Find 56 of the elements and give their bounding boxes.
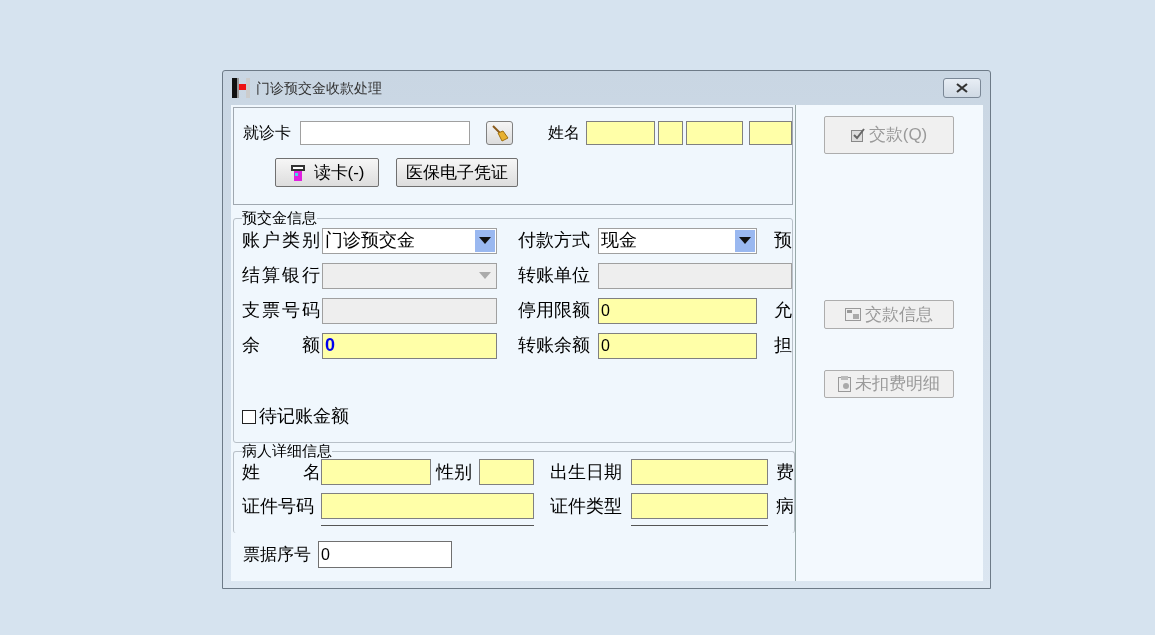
checkbox-label: 待记账金额 (259, 405, 349, 428)
dropdown-field[interactable]: 门诊预交金 (322, 227, 497, 254)
field-label: 性别 (436, 460, 473, 484)
close-button[interactable] (943, 78, 981, 98)
field-label: 支票号码 (242, 299, 321, 322)
input-field[interactable]: 0 (322, 332, 497, 359)
field-label: 费 (776, 460, 794, 484)
field-label: 姓 名 (242, 460, 321, 484)
card-reader-icon (289, 163, 306, 182)
input-field[interactable]: 0 (598, 332, 757, 359)
field-label: 担 (774, 334, 792, 357)
card-label: 就诊卡 (243, 123, 292, 143)
name-field[interactable] (749, 121, 792, 145)
name-field[interactable] (657, 121, 683, 145)
clipboard-icon (838, 376, 851, 392)
input-field[interactable]: 0 (318, 541, 452, 568)
field-label: 出生日期 (550, 460, 623, 484)
calculator-icon (845, 308, 861, 321)
input-field[interactable] (631, 459, 768, 485)
field-label: 停用限额 (518, 299, 591, 322)
input-field[interactable] (321, 459, 431, 485)
checkbox-icon (850, 128, 865, 142)
dropdown-arrow-icon (739, 237, 751, 244)
read-card-button[interactable]: 读卡(-) (275, 158, 379, 187)
clear-button[interactable] (485, 121, 514, 145)
close-icon (956, 83, 968, 93)
name-field[interactable] (685, 121, 744, 145)
broom-icon (490, 124, 509, 142)
window-title: 门诊预交金收款处理 (256, 78, 382, 98)
field-label: 允 (774, 299, 792, 322)
dropdown-field[interactable]: 现金 (598, 227, 757, 254)
field-label: 转账余额 (518, 334, 591, 357)
voucher-button[interactable]: 医保电子凭证 (396, 158, 518, 187)
field-label: 病 (776, 494, 794, 518)
field-label: 账户类别 (242, 229, 321, 252)
card-field[interactable] (299, 121, 470, 145)
checkbox[interactable] (242, 409, 256, 424)
name-label: 姓名 (548, 123, 582, 143)
field-label: 付款方式 (518, 229, 591, 252)
input-field[interactable] (631, 493, 768, 519)
dropdown-arrow-icon (479, 272, 491, 279)
field-label: 证件号码 (242, 494, 315, 518)
app-icon (232, 78, 250, 98)
field-label: 预 (774, 229, 792, 252)
field-label: 证件类型 (550, 494, 623, 518)
input-field[interactable]: 0 (598, 297, 757, 324)
group-title: 预交金信息 (242, 210, 317, 226)
dropdown-arrow-icon (479, 237, 491, 244)
field-label: 转账单位 (518, 264, 591, 287)
input-field[interactable] (321, 493, 534, 519)
name-field[interactable] (586, 121, 655, 145)
field-label: 余 额 (242, 334, 321, 357)
input-field[interactable] (479, 459, 534, 485)
group-title: 病人详细信息 (242, 443, 332, 459)
field-label: 结算银行 (242, 264, 321, 287)
field-label: 票据序号 (243, 543, 312, 566)
